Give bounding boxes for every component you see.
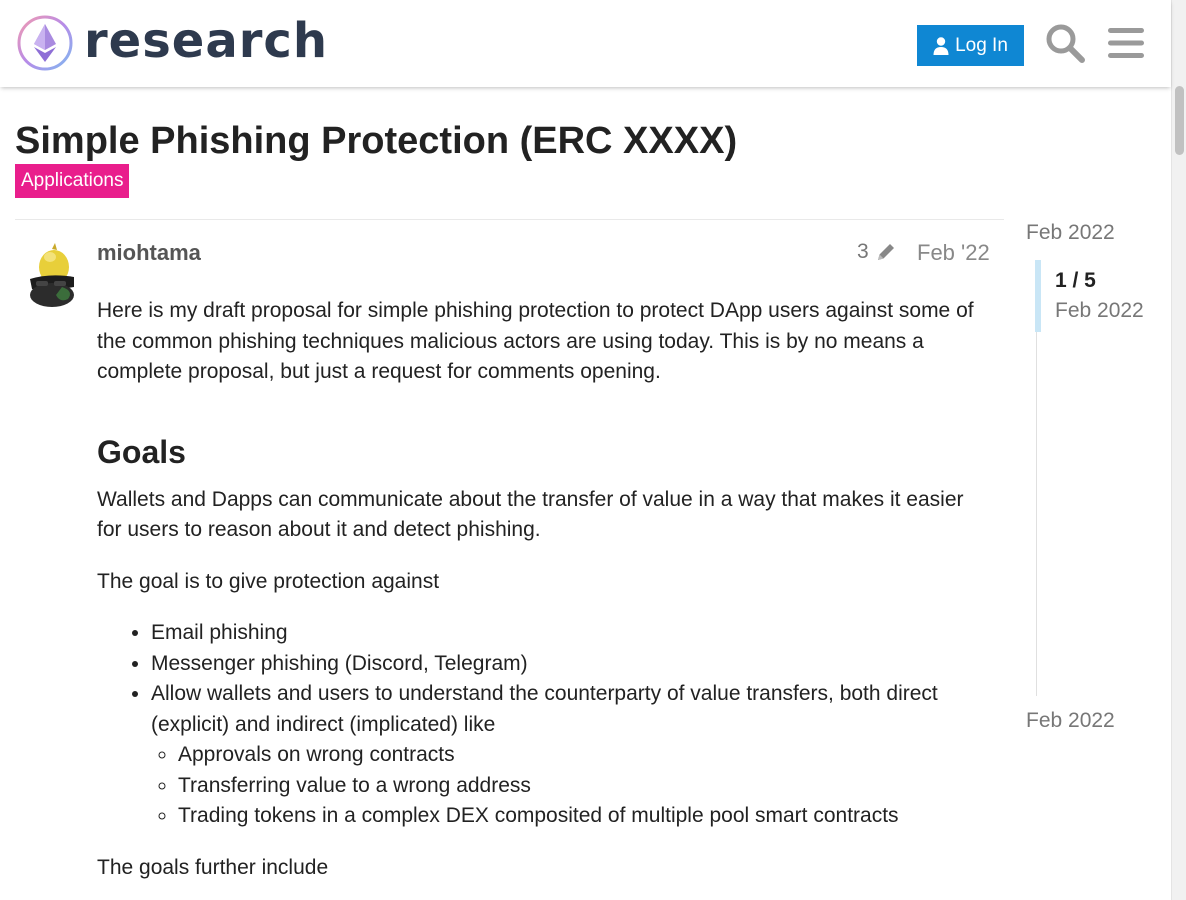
goals-paragraph: Wallets and Dapps can communicate about … — [97, 487, 964, 542]
goals-list: Email phishing Messenger phishing (Disco… — [151, 618, 992, 832]
edit-history[interactable]: 3 — [857, 240, 897, 264]
list-item-text: Allow wallets and users to understand th… — [151, 682, 938, 736]
goals-paragraph: The goal is to give protection against — [97, 569, 440, 593]
login-button[interactable]: Log In — [917, 25, 1024, 66]
topic-title[interactable]: Simple Phishing Protection (ERC XXXX) — [15, 120, 737, 163]
pencil-icon — [877, 244, 894, 260]
timeline-position: 1 / 5 — [1055, 269, 1096, 292]
timeline-position-date: Feb 2022 — [1055, 299, 1144, 322]
timeline-start-date[interactable]: Feb 2022 — [1026, 221, 1115, 245]
post-date[interactable]: Feb '22 — [917, 240, 990, 266]
sub-list-item: Approvals on wrong contracts — [178, 740, 992, 771]
list-item: Email phishing — [151, 618, 992, 649]
user-icon — [933, 36, 949, 55]
ethereum-logo-icon[interactable] — [16, 14, 74, 72]
search-button[interactable] — [1044, 22, 1086, 64]
goals-paragraph: The goals further include — [97, 855, 329, 879]
sub-list-item: Trading tokens in a complex DEX composit… — [178, 801, 992, 832]
post-body: Here is my draft proposal for simple phi… — [97, 296, 992, 900]
site-header: research Log In — [0, 0, 1171, 87]
scrollbar-thumb[interactable] — [1175, 86, 1184, 155]
goals-heading: Goals — [97, 433, 186, 470]
site-logo-text[interactable]: research — [84, 13, 328, 69]
user-avatar[interactable] — [22, 243, 80, 311]
timeline-handle[interactable] — [1035, 260, 1041, 332]
page-scrollbar[interactable] — [1171, 0, 1186, 900]
hamburger-menu-icon — [1108, 28, 1144, 58]
login-label: Log In — [955, 34, 1008, 56]
sub-list: Approvals on wrong contracts Transferrin… — [178, 740, 992, 832]
list-item: Allow wallets and users to understand th… — [151, 679, 992, 832]
post-author[interactable]: miohtama — [97, 240, 201, 266]
category-badge[interactable]: Applications — [15, 164, 130, 198]
list-item: Messenger phishing (Discord, Telegram) — [151, 649, 992, 680]
hamburger-menu-button[interactable] — [1105, 22, 1147, 64]
divider — [15, 219, 1004, 220]
search-icon — [1046, 24, 1085, 63]
post-intro: Here is my draft proposal for simple phi… — [97, 299, 974, 383]
sub-list-item: Transferring value to a wrong address — [178, 771, 992, 802]
timeline-end-date[interactable]: Feb 2022 — [1026, 709, 1115, 733]
edit-count: 3 — [857, 240, 869, 263]
